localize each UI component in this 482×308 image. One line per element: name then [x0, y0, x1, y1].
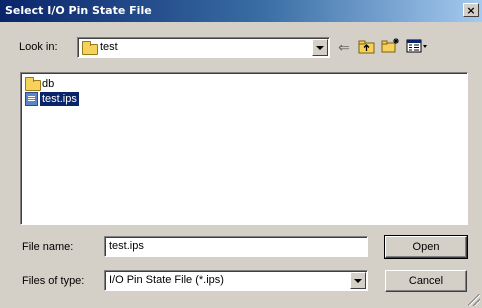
- look-in-label: Look in:: [19, 41, 58, 53]
- file-name-label: File name:: [22, 241, 74, 253]
- files-of-type-label: Files of type:: [22, 275, 85, 287]
- file-icon: [25, 92, 38, 106]
- file-name-value: test.ips: [109, 240, 144, 252]
- list-item[interactable]: test.ips: [24, 92, 104, 106]
- view-menu-button[interactable]: [405, 38, 431, 56]
- list-item-name: db: [42, 78, 55, 90]
- chevron-down-icon[interactable]: [312, 39, 328, 56]
- new-folder-icon: [381, 38, 399, 53]
- close-button[interactable]: ×: [463, 3, 479, 17]
- title-bar: Select I/O Pin State File ×: [0, 0, 482, 22]
- up-one-level-button[interactable]: [357, 38, 377, 56]
- chevron-down-icon[interactable]: [350, 272, 366, 289]
- new-folder-button[interactable]: [381, 37, 401, 55]
- close-icon: ×: [466, 4, 476, 17]
- view-menu-icon: [406, 39, 427, 53]
- back-button[interactable]: ⇐: [334, 38, 354, 56]
- resize-grip[interactable]: [468, 294, 480, 306]
- list-item-name: test.ips: [40, 92, 79, 106]
- folder-icon: [25, 77, 41, 91]
- back-arrow-icon: ⇐: [338, 39, 350, 55]
- cancel-button[interactable]: Cancel: [385, 270, 467, 292]
- look-in-value: test: [100, 41, 118, 53]
- files-of-type-value: I/O Pin State File (*.ips): [109, 274, 224, 286]
- file-name-field[interactable]: test.ips: [104, 236, 368, 257]
- file-list[interactable]: db test.ips: [20, 72, 468, 225]
- look-in-dropdown[interactable]: test: [77, 37, 330, 58]
- list-item[interactable]: db: [24, 77, 84, 91]
- up-folder-icon: [358, 40, 375, 54]
- files-of-type-dropdown[interactable]: I/O Pin State File (*.ips): [104, 270, 368, 291]
- open-button[interactable]: Open: [384, 235, 468, 259]
- folder-icon: [82, 41, 98, 55]
- window-title: Select I/O Pin State File: [5, 4, 152, 17]
